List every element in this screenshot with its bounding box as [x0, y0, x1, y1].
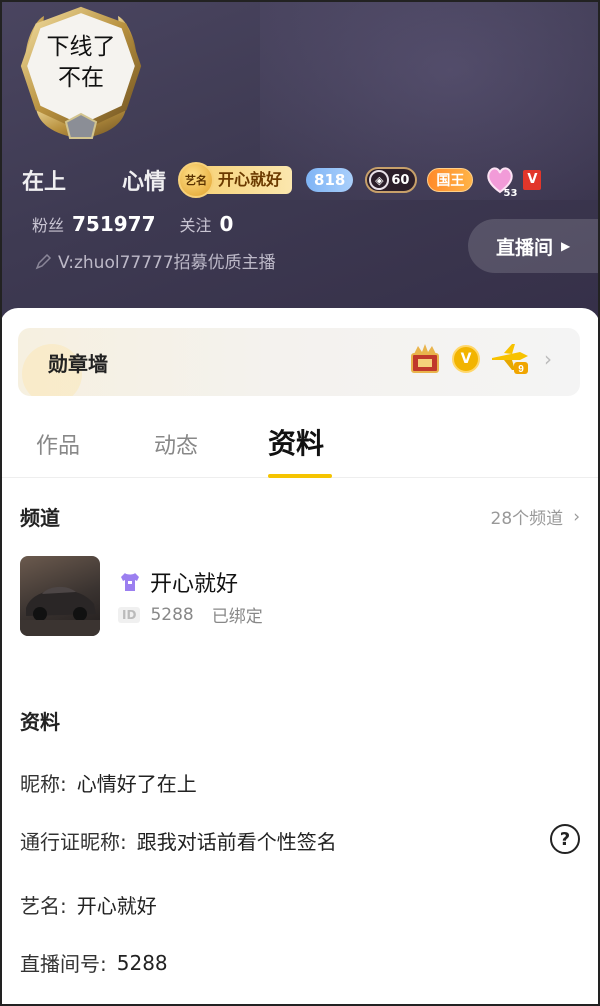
- info-value: 跟我对话前看个性签名: [136, 830, 337, 854]
- channel-id-row: ID 5288 已绑定: [118, 602, 263, 627]
- help-icon[interactable]: ?: [550, 824, 580, 854]
- live-room-button[interactable]: 直播间 ▶: [468, 219, 600, 273]
- tab-activity[interactable]: 动态: [154, 428, 198, 460]
- id-tag: ID: [118, 606, 141, 623]
- v-badge[interactable]: V: [523, 170, 542, 190]
- info-value: 开心就好: [76, 894, 157, 918]
- chevron-right-icon: ›: [544, 347, 552, 371]
- channel-count: 28个频道: [490, 509, 564, 529]
- active-tab-indicator: [268, 474, 332, 478]
- channel-id: 5288: [150, 604, 194, 625]
- info-key: 通行证昵称:: [20, 830, 127, 854]
- channel-more-link[interactable]: 28个频道 ›: [490, 504, 580, 530]
- fans-label: 粉丝: [32, 216, 65, 235]
- info-key: 昵称:: [20, 772, 67, 796]
- v-medal-icon: V: [452, 345, 480, 373]
- king-badge[interactable]: 国王: [427, 168, 474, 192]
- info-row-nickname: 昵称: 心情好了在上: [20, 768, 197, 797]
- artist-name-label: 开心就好: [202, 166, 293, 194]
- level-badge[interactable]: 818: [306, 168, 354, 192]
- medal-wall[interactable]: 勋章墙 V 9 ›: [18, 328, 580, 396]
- artist-name-badge[interactable]: 艺名 开心就好: [178, 162, 293, 198]
- avatar-text: 下线了 不在: [46, 34, 116, 91]
- profile-header: 下线了 不在 在上 心情 艺名 开心就好 818 ◈ 60 国王 53 V 粉丝…: [0, 0, 600, 340]
- channel-thumbnail: [20, 556, 100, 636]
- fans-count[interactable]: 751977: [72, 212, 156, 236]
- info-key: 艺名:: [20, 894, 67, 918]
- plane-medal-level: 9: [518, 364, 524, 375]
- heart-badge[interactable]: 53: [485, 165, 517, 199]
- profile-section-title: 资料: [20, 710, 60, 734]
- signature-row: V:zhuol77777招募优质主播: [34, 248, 276, 273]
- shirt-icon: [121, 573, 139, 591]
- info-value: 5288: [116, 950, 168, 975]
- channel-bound-status: 已绑定: [211, 607, 263, 627]
- pen-icon: [35, 253, 52, 269]
- car-image-icon: [20, 586, 100, 636]
- tab-bar: 作品 动态 资料: [0, 414, 600, 478]
- channel-item[interactable]: 开心就好 ID 5288 已绑定: [20, 556, 580, 638]
- vip-level: 60: [391, 172, 410, 188]
- heart-badge-level: 53: [503, 188, 518, 199]
- vip-badge[interactable]: ◈ 60: [365, 167, 418, 193]
- nickname-row: 在上 心情 艺名 开心就好 818 ◈ 60 国王 53 V: [22, 160, 600, 200]
- tab-works[interactable]: 作品: [36, 428, 80, 460]
- signature-text: V:zhuol77777招募优质主播: [58, 253, 276, 273]
- info-value: 心情好了在上: [76, 772, 197, 796]
- chevron-right-icon: ›: [573, 506, 580, 527]
- medal-icons: V 9 ›: [408, 342, 552, 376]
- medal-wall-title: 勋章墙: [48, 351, 108, 376]
- nickname-part: 在上: [22, 170, 67, 195]
- plane-medal-icon: 9: [492, 344, 528, 375]
- info-row-artist-name: 艺名: 开心就好: [20, 890, 157, 919]
- crown-medal-icon: [411, 344, 439, 373]
- nickname-part: 心情: [122, 170, 167, 195]
- info-row-room-number: 直播间号: 5288: [20, 948, 168, 977]
- channel-section-title: 频道: [20, 506, 60, 530]
- channel-header: 频道 28个频道 ›: [20, 502, 580, 531]
- live-room-label: 直播间: [496, 236, 554, 259]
- play-arrow-icon: ▶: [561, 239, 571, 253]
- vip-ring-icon: ◈: [369, 170, 390, 190]
- artist-coin-icon: 艺名: [178, 162, 214, 198]
- stats-row: 粉丝 751977 关注 0: [32, 212, 233, 236]
- avatar[interactable]: 下线了 不在: [14, 4, 148, 142]
- info-row-pass-nickname: 通行证昵称: 跟我对话前看个性签名 ?: [20, 824, 580, 855]
- channel-name: 开心就好: [150, 572, 239, 597]
- profile-card: 勋章墙 V 9 › 作品 动态 资料 频道 28个频道 › 开心就好 ID 52…: [0, 308, 600, 1006]
- follow-count[interactable]: 0: [220, 212, 234, 236]
- channel-name-row: 开心就好: [118, 566, 238, 598]
- tab-profile[interactable]: 资料: [268, 422, 324, 462]
- info-key: 直播间号:: [20, 952, 107, 976]
- follow-label: 关注: [179, 216, 212, 235]
